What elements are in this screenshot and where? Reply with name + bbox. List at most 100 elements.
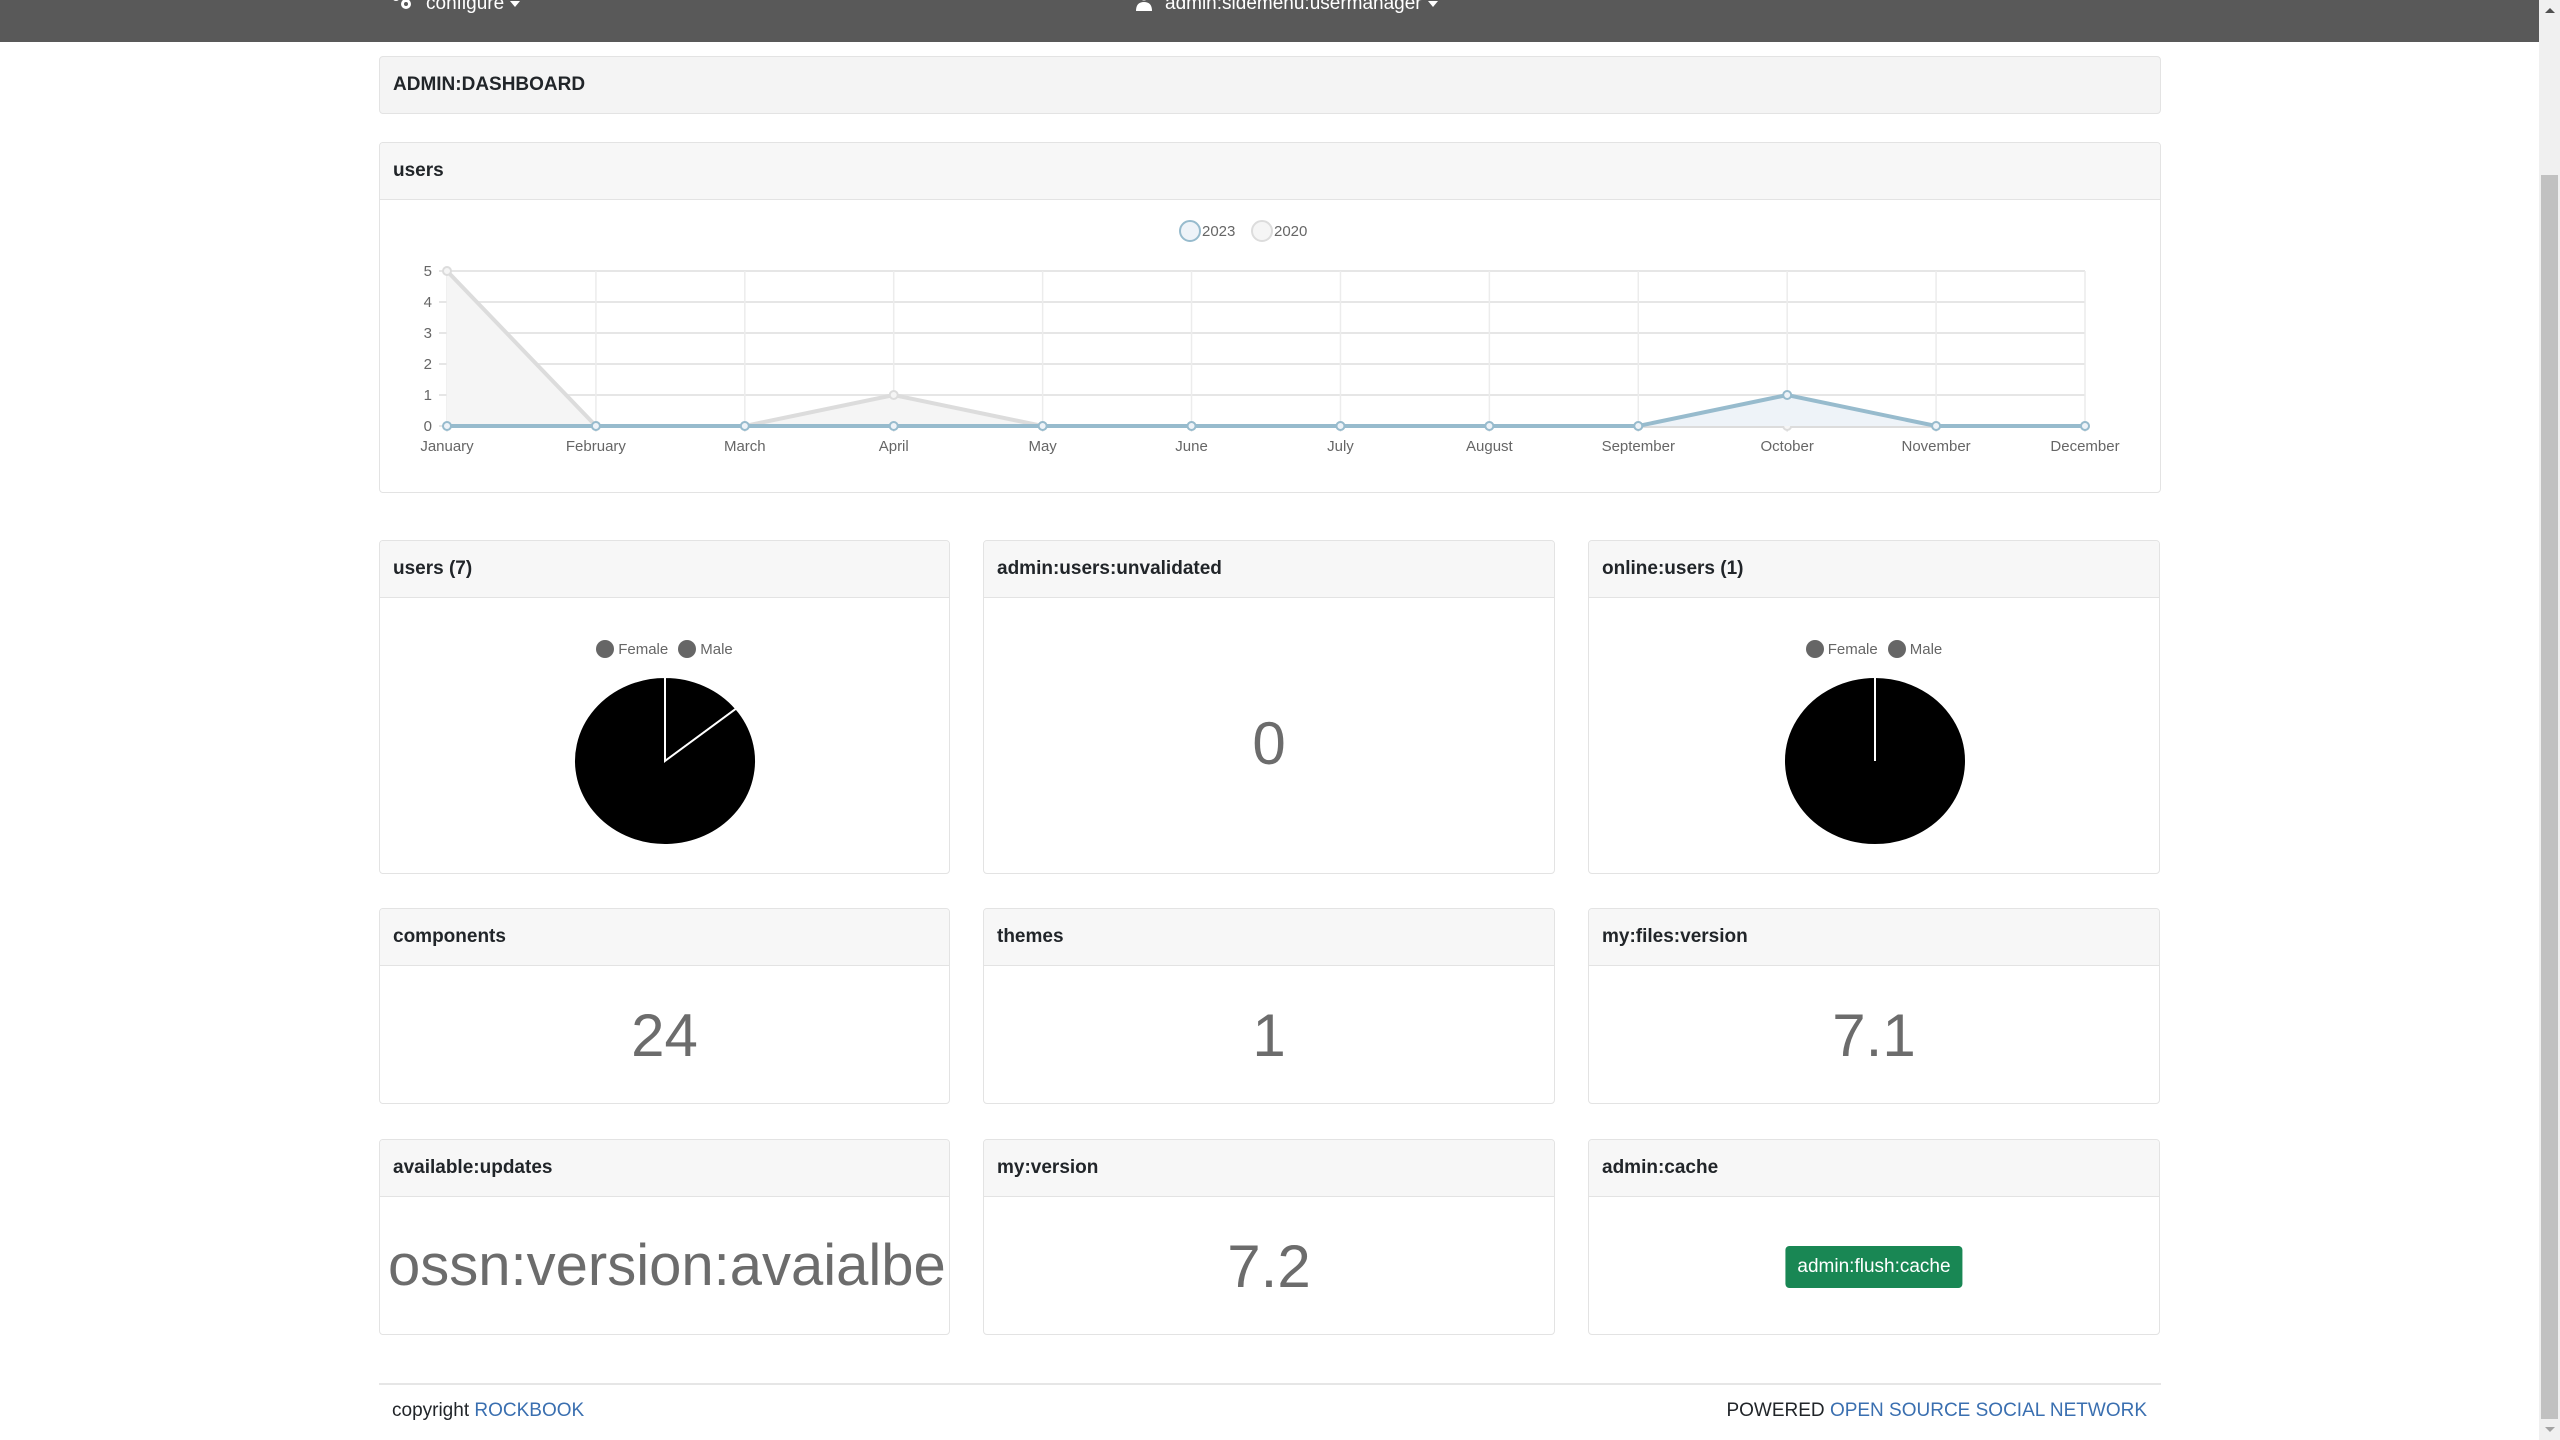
my-version-header: my:version bbox=[984, 1140, 1554, 1197]
online-users-card: online:users (1) Female Male bbox=[1588, 540, 2160, 874]
users-count-title: users (7) bbox=[393, 558, 473, 579]
data-point-2020 bbox=[442, 266, 452, 276]
footer-divider bbox=[379, 1383, 2161, 1385]
legend-item-female[interactable]: Female bbox=[1805, 640, 1878, 658]
components-card: components 24 bbox=[379, 908, 950, 1104]
x-tick-label: September bbox=[1602, 438, 1675, 455]
admin-cache-title: admin:cache bbox=[1602, 1157, 1719, 1178]
caret-down-icon bbox=[510, 1, 521, 7]
users-count-header: users (7) bbox=[380, 541, 949, 598]
series-area-2023 bbox=[447, 395, 2085, 426]
users-count-card: users (7) Female Male bbox=[379, 540, 950, 874]
unvalidated-users-header: admin:users:unvalidated bbox=[984, 541, 1554, 598]
dashboard-title-card: ADMIN:DASHBOARD bbox=[379, 56, 2161, 114]
top-navbar: configure admin:sidemenu:usermanager bbox=[0, 0, 2539, 42]
data-point-2023 bbox=[888, 421, 899, 431]
data-point-2023 bbox=[1931, 421, 1942, 431]
files-version-header: my:files:version bbox=[1589, 909, 2159, 966]
configure-label: configure bbox=[426, 0, 505, 14]
themes-header: themes bbox=[984, 909, 1554, 966]
footer-copyright: copyright ROCKBOOK bbox=[392, 1400, 584, 1422]
admin-cache-header: admin:cache bbox=[1589, 1140, 2159, 1197]
available-updates-value: ossn:version:avaialbe bbox=[388, 1233, 946, 1298]
data-point-2023 bbox=[1782, 390, 1793, 400]
x-tick-label: October bbox=[1761, 438, 1814, 455]
data-point-2023 bbox=[2080, 421, 2090, 431]
files-version-value: 7.1 bbox=[1832, 1002, 1916, 1069]
data-point-2023 bbox=[1186, 421, 1197, 431]
users-line-chart: 012345 January February March April May June J… bbox=[420, 220, 2120, 455]
y-tick-label: 0 bbox=[424, 418, 432, 435]
configure-menu[interactable]: configure bbox=[390, 0, 521, 17]
x-tick-label: February bbox=[566, 438, 627, 455]
ossn-link[interactable]: OPEN SOURCE SOCIAL NETWORK bbox=[1830, 1400, 2147, 1421]
legend-swatch bbox=[596, 640, 615, 658]
x-tick-label: May bbox=[1028, 438, 1057, 455]
x-tick-label: January bbox=[420, 438, 474, 455]
legend-item-male[interactable]: Male bbox=[678, 640, 733, 658]
scroll-down-arrow-icon[interactable] bbox=[2545, 1427, 2555, 1432]
flush-cache-button[interactable]: admin:flush:cache bbox=[1785, 1246, 1963, 1288]
caret-down-icon bbox=[1427, 1, 1438, 7]
usermanager-label: admin:sidemenu:usermanager bbox=[1165, 0, 1422, 14]
data-point-2023 bbox=[1335, 421, 1346, 431]
users-chart-title: users bbox=[393, 160, 444, 181]
series-area-2020 bbox=[447, 271, 2085, 426]
legend-label-2020: 2020 bbox=[1274, 223, 1307, 240]
cogs-icon bbox=[390, 0, 414, 17]
copyright-label: copyright bbox=[392, 1400, 470, 1421]
my-version-card: my:version 7.2 bbox=[983, 1139, 1555, 1335]
legend-item-male[interactable]: Male bbox=[1887, 640, 1943, 658]
available-updates-header: available:updates bbox=[380, 1140, 949, 1197]
themes-title: themes bbox=[997, 926, 1064, 947]
my-version-title: my:version bbox=[997, 1157, 1099, 1178]
data-point-2023 bbox=[442, 421, 452, 431]
available-updates-title: available:updates bbox=[393, 1157, 553, 1178]
page-scrollbar[interactable] bbox=[2539, 0, 2560, 1440]
data-point-2023 bbox=[1037, 421, 1048, 431]
themes-card: themes 1 bbox=[983, 908, 1555, 1104]
user-icon bbox=[1135, 0, 1153, 17]
x-axis-ticks: January February March April May June July Augu… bbox=[420, 438, 2119, 455]
components-value: 24 bbox=[631, 1002, 698, 1069]
legend-swatch bbox=[678, 640, 697, 658]
components-header: components bbox=[380, 909, 949, 966]
scroll-thumb[interactable] bbox=[2541, 175, 2558, 1419]
unvalidated-users-card: admin:users:unvalidated 0 bbox=[983, 540, 1555, 874]
legend-item-female[interactable]: Female bbox=[596, 640, 668, 658]
site-name-link[interactable]: ROCKBOOK bbox=[474, 1400, 584, 1421]
legend-swatch-2020 bbox=[1251, 220, 1273, 242]
chart-series bbox=[442, 266, 2090, 431]
data-point-2023 bbox=[590, 421, 601, 431]
x-tick-label: December bbox=[2050, 438, 2119, 455]
usermanager-menu[interactable]: admin:sidemenu:usermanager bbox=[1135, 0, 1438, 16]
online-pie-legend: Female Male bbox=[1589, 640, 2159, 658]
x-tick-label: August bbox=[1466, 438, 1514, 455]
legend-swatch-2023 bbox=[1179, 220, 1201, 242]
users-gender-pie bbox=[573, 675, 757, 846]
x-tick-label: July bbox=[1327, 438, 1354, 455]
x-tick-label: November bbox=[1901, 438, 1970, 455]
powered-label: POWERED bbox=[1726, 1400, 1825, 1421]
unvalidated-users-value: 0 bbox=[1252, 710, 1286, 777]
data-point-2020 bbox=[888, 390, 899, 400]
legend-swatch bbox=[1805, 640, 1824, 658]
legend-label: Male bbox=[700, 640, 733, 658]
y-tick-label: 3 bbox=[424, 325, 432, 342]
y-tick-label: 2 bbox=[424, 356, 432, 373]
files-version-card: my:files:version 7.1 bbox=[1588, 908, 2160, 1104]
chart-legend: 2023 2020 bbox=[1179, 220, 1307, 242]
admin-cache-card: admin:cache admin:flush:cache bbox=[1588, 1139, 2160, 1335]
series-line-2020 bbox=[445, 269, 2085, 428]
data-point-2023 bbox=[1633, 421, 1644, 431]
x-tick-label: June bbox=[1175, 438, 1208, 455]
available-updates-card: available:updates ossn:version:avaialbe bbox=[379, 1139, 950, 1335]
legend-label: Male bbox=[1909, 640, 1943, 658]
my-version-value: 7.2 bbox=[1227, 1233, 1311, 1300]
legend-label: Female bbox=[1827, 640, 1878, 658]
users-chart-card: users 0 1 2 3 4 5 January February March April Ma… bbox=[379, 142, 2161, 493]
scroll-up-arrow-icon[interactable] bbox=[2545, 8, 2555, 13]
y-tick-label: 5 bbox=[424, 263, 432, 280]
users-pie-legend: Female Male bbox=[380, 640, 949, 658]
online-gender-pie bbox=[1782, 676, 1967, 846]
